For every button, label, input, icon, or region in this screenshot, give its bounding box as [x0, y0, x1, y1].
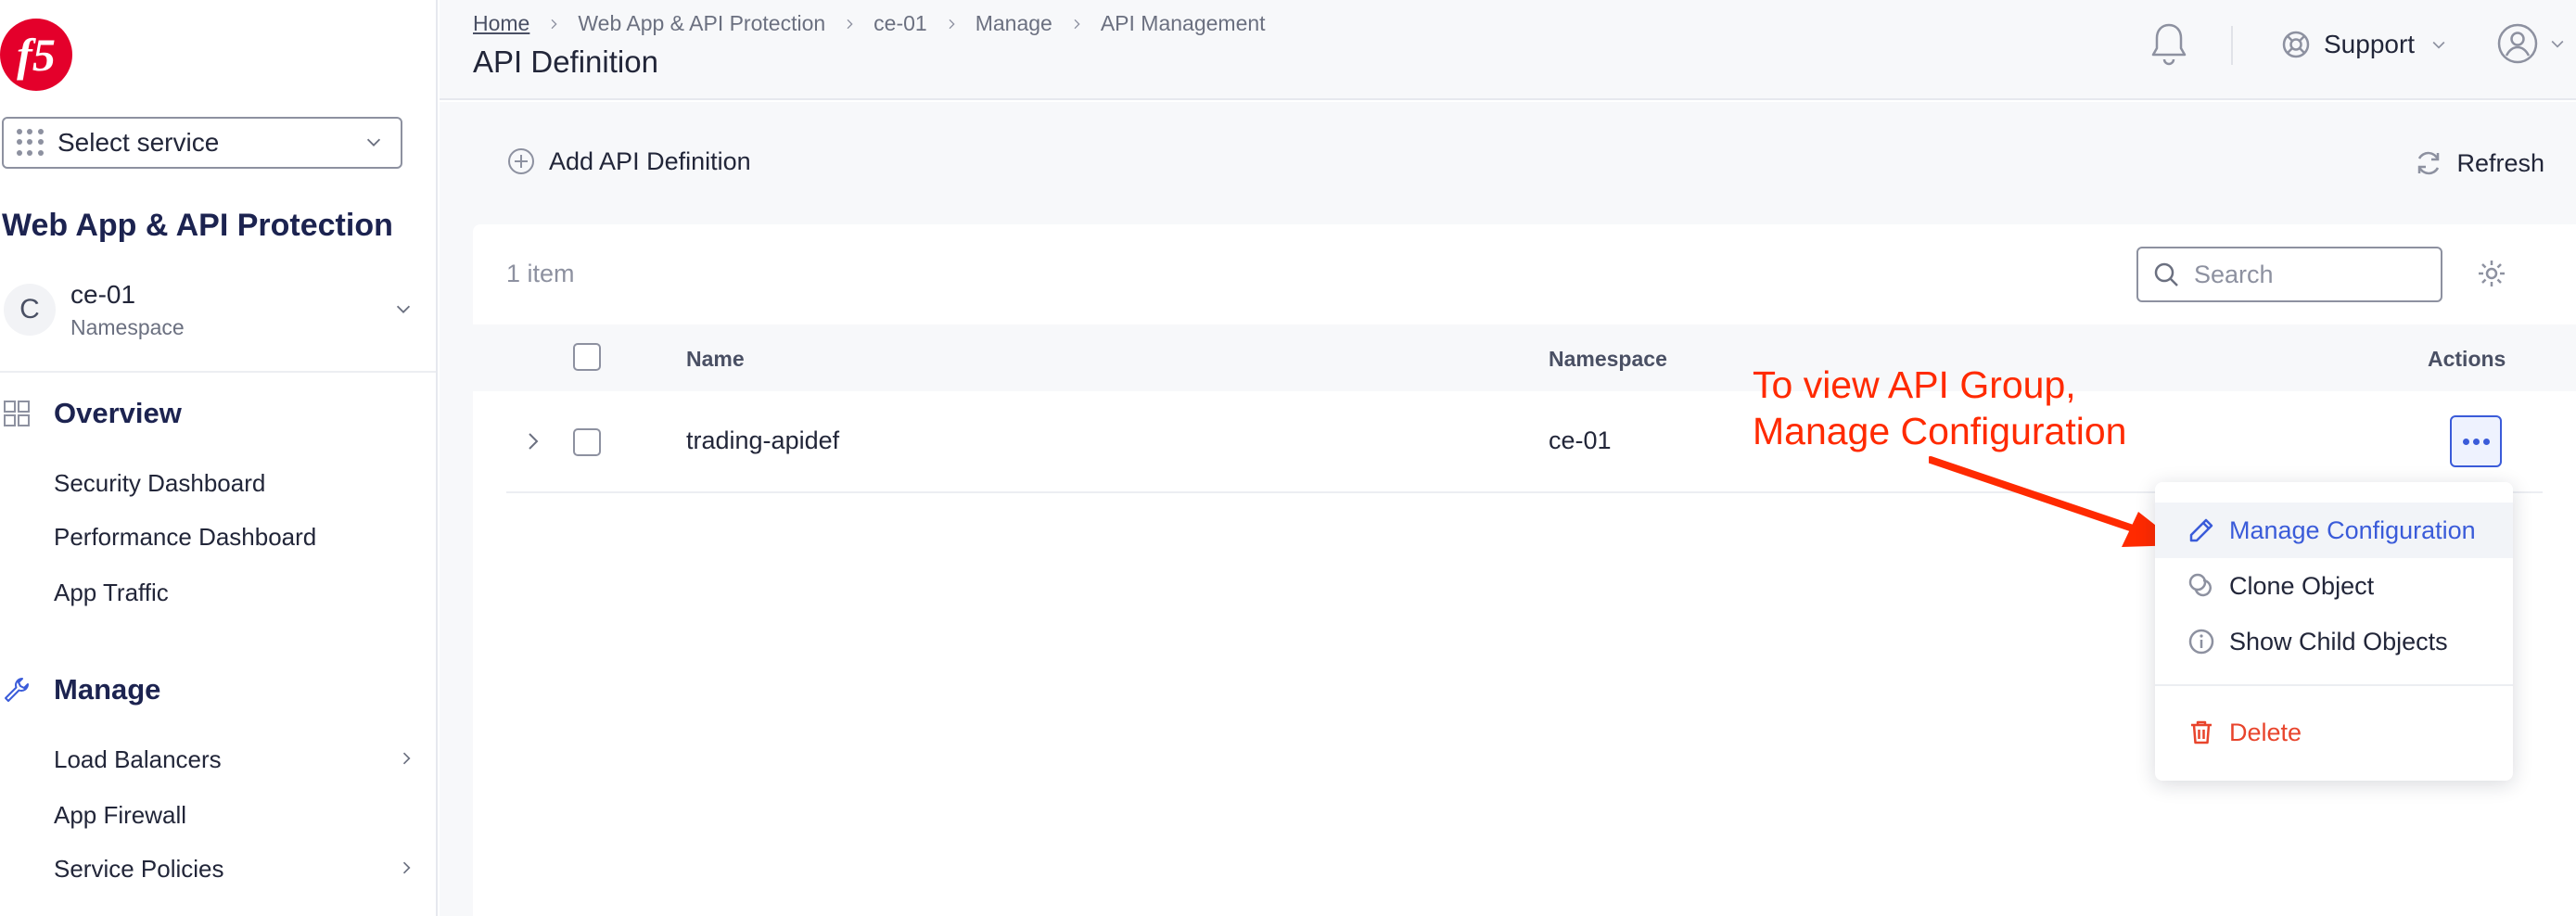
chevron-right-icon	[847, 19, 853, 29]
user-menu[interactable]	[2496, 22, 2567, 65]
gear-icon[interactable]	[2476, 258, 2507, 289]
annotation-text: To view API Group, Manage Configuration	[1753, 362, 2126, 454]
sidebar-divider	[0, 371, 436, 373]
search-icon	[2154, 262, 2178, 286]
namespace-name[interactable]: ce-01	[70, 280, 135, 310]
row-checkbox[interactable]	[573, 428, 601, 456]
menu-divider	[2155, 684, 2513, 686]
sidebar-section-overview[interactable]: Overview	[2, 397, 182, 430]
menu-item-show-child-objects[interactable]: Show Child Objects	[2155, 614, 2513, 669]
sidebar-item-load-balancers[interactable]: Load Balancers	[54, 745, 415, 774]
chevron-right-icon[interactable]	[523, 430, 543, 452]
pencil-icon	[2189, 518, 2213, 542]
sidebar: f5 Select service Web App & API Protecti…	[0, 0, 438, 916]
breadcrumb-namespace: ce-01	[874, 11, 927, 35]
namespace-avatar: C	[4, 284, 56, 336]
search-box[interactable]	[2136, 247, 2442, 302]
breadcrumb-manage: Manage	[975, 11, 1052, 35]
sidebar-section-label: Overview	[54, 397, 182, 429]
table-row[interactable]: trading-apidef ce-01	[506, 391, 2543, 493]
row-namespace: ce-01	[1549, 426, 1612, 454]
add-api-definition-label: Add API Definition	[549, 146, 751, 175]
support-label: Support	[2324, 30, 2416, 58]
refresh-label: Refresh	[2456, 148, 2544, 177]
clone-icon	[2188, 573, 2212, 597]
sidebar-section-label: Manage	[54, 673, 161, 706]
wrench-icon	[5, 678, 29, 702]
column-header-name[interactable]: Name	[686, 347, 745, 372]
select-all-checkbox[interactable]	[573, 343, 601, 371]
item-count: 1 item	[506, 260, 575, 287]
sidebar-item-app-traffic[interactable]: App Traffic	[54, 579, 415, 607]
annotation-line-2: Manage Configuration	[1753, 410, 2127, 452]
user-avatar-icon	[2497, 23, 2538, 64]
support-menu[interactable]: Support	[2281, 30, 2448, 59]
chevron-right-icon	[551, 19, 557, 29]
column-header-actions: Actions	[2428, 347, 2506, 371]
service-select[interactable]: Select service	[2, 117, 402, 169]
menu-item-label: Manage Configuration	[2229, 515, 2476, 544]
breadcrumb-api-management: API Management	[1100, 11, 1266, 35]
breadcrumb: Home Web App & API Protection ce-01 Mana…	[473, 11, 1266, 36]
sidebar-item-label: Service Policies	[54, 855, 224, 883]
row-actions-menu: Manage Configuration Clone Object Show C…	[2155, 482, 2513, 781]
menu-item-manage-configuration[interactable]: Manage Configuration	[2155, 503, 2513, 558]
info-icon	[2188, 629, 2214, 655]
annotation-arrow-icon	[1929, 456, 2181, 547]
service-select-label: Select service	[57, 128, 220, 157]
menu-item-label: Clone Object	[2229, 571, 2375, 600]
breadcrumb-home[interactable]: Home	[473, 11, 529, 36]
chevron-down-icon	[2432, 41, 2445, 49]
sidebar-item-service-policies[interactable]: Service Policies	[54, 855, 415, 884]
more-dots-icon	[2462, 438, 2469, 445]
chevron-down-icon	[2551, 40, 2564, 48]
lifebuoy-icon	[2282, 31, 2310, 58]
namespace-label: Namespace	[70, 315, 185, 339]
workspace-title: Web App & API Protection	[2, 208, 393, 243]
chevron-right-icon	[949, 19, 955, 29]
page-title: API Definition	[473, 45, 658, 79]
chevron-down-icon	[366, 138, 381, 146]
chevron-right-icon	[1074, 19, 1080, 29]
refresh-button[interactable]: Refresh	[2414, 148, 2544, 178]
header-divider	[2231, 26, 2233, 65]
sidebar-item-app-firewall[interactable]: App Firewall	[54, 801, 415, 830]
table-header: Name Namespace Actions	[473, 324, 2576, 391]
sidebar-section-manage[interactable]: Manage	[2, 673, 160, 706]
sidebar-item-label: Load Balancers	[54, 745, 222, 773]
breadcrumb-workspace: Web App & API Protection	[578, 11, 826, 35]
sidebar-item-security-dashboard[interactable]: Security Dashboard	[54, 469, 415, 498]
grid-icon	[4, 401, 30, 426]
row-name[interactable]: trading-apidef	[686, 426, 839, 455]
trash-icon	[2191, 720, 2212, 744]
menu-item-delete[interactable]: Delete	[2155, 705, 2513, 760]
menu-item-label: Show Child Objects	[2229, 627, 2448, 655]
column-header-namespace[interactable]: Namespace	[1549, 347, 1667, 372]
chevron-right-icon	[402, 861, 411, 874]
plus-circle-icon	[508, 148, 534, 174]
namespace-chevron-down-icon[interactable]	[393, 299, 414, 319]
apps-grid-icon	[17, 129, 45, 157]
chevron-right-icon	[402, 752, 411, 765]
annotation-line-1: To view API Group,	[1753, 363, 2076, 406]
f5-logo[interactable]: f5	[0, 19, 72, 91]
menu-item-clone-object[interactable]: Clone Object	[2155, 558, 2513, 614]
bell-icon[interactable]	[2148, 20, 2190, 69]
menu-item-label: Delete	[2229, 718, 2302, 746]
sidebar-item-performance-dashboard[interactable]: Performance Dashboard	[54, 523, 415, 552]
row-actions-button[interactable]	[2450, 415, 2502, 467]
page-header: Home Web App & API Protection ce-01 Mana…	[440, 0, 2576, 100]
refresh-icon	[2418, 151, 2440, 175]
add-api-definition-button[interactable]: Add API Definition	[506, 146, 751, 176]
search-input[interactable]	[2194, 260, 2417, 289]
